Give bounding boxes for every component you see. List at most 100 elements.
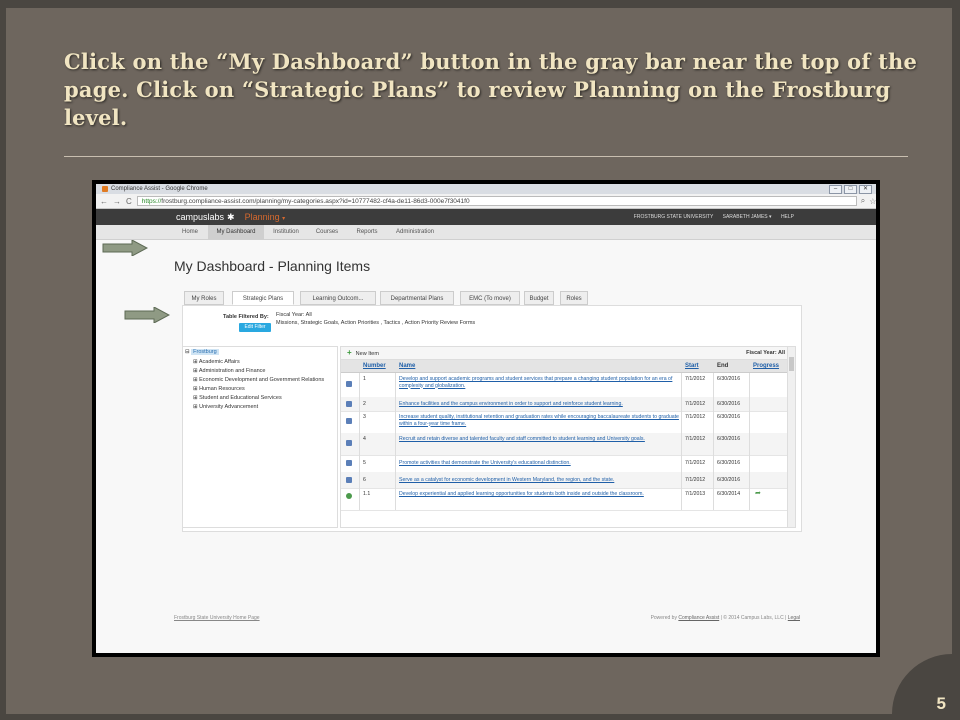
tree-node-label: University Advancement: [199, 404, 259, 410]
col-end: End: [717, 363, 729, 369]
search-icon[interactable]: ⌕: [861, 196, 865, 206]
compliance-assist-link[interactable]: Compliance Assist: [678, 615, 719, 621]
table-row[interactable]: 6 Serve as a catalyst for economic devel…: [341, 472, 787, 489]
forward-icon[interactable]: →: [113, 197, 121, 206]
slide-number: 5: [936, 694, 946, 713]
tree-node-label: Administration and Finance: [198, 368, 266, 374]
slide: Click on the “My Dashboard” button in th…: [6, 8, 952, 714]
tab-emc[interactable]: EMC (To move): [460, 291, 520, 305]
scrollbar-thumb[interactable]: [789, 357, 794, 371]
progress-flag-icon[interactable]: ➦: [755, 489, 761, 497]
tree-node[interactable]: ⊞ Administration and Finance: [193, 368, 266, 374]
grid-header: Number Name Start End Progress: [341, 360, 795, 373]
row-start: 7/1/2012: [685, 436, 706, 442]
table-row[interactable]: 1.1 Develop experiential and applied lea…: [341, 488, 787, 511]
nav-reports[interactable]: Reports: [352, 225, 382, 239]
col-number[interactable]: Number: [363, 360, 386, 372]
footer-credits: Powered by Compliance Assist | © 2014 Ca…: [651, 615, 800, 621]
product-caret-icon: ▾: [282, 216, 286, 222]
close-icon[interactable]: ✕: [859, 185, 872, 194]
app-top-nav: campuslabs ✱ Planning ▾ FROSTBURG STATE UN…: [96, 209, 876, 225]
add-icon[interactable]: +: [347, 348, 352, 357]
nav-my-dashboard[interactable]: My Dashboard: [208, 225, 264, 239]
user-menu[interactable]: SARABETH JAMES ▾: [723, 214, 772, 220]
table-row[interactable]: 4 Recruit and retain diverse and talente…: [341, 433, 787, 456]
copyright-text: | © 2014 Campus Labs, LLC |: [720, 615, 787, 621]
address-bar[interactable]: https://frostburg.compliance-assist.com/…: [136, 196, 857, 206]
table-row[interactable]: 3 Increase student quality, institutiona…: [341, 411, 787, 434]
product-menu[interactable]: Planning: [245, 212, 280, 222]
table-row[interactable]: 2 Enhance facilities and the campus envi…: [341, 397, 787, 412]
new-item-button[interactable]: New Item: [356, 351, 379, 357]
snowflake-icon: ✱: [227, 212, 235, 222]
row-name-link[interactable]: Develop and support academic programs an…: [399, 376, 679, 389]
tab-budget[interactable]: Budget: [524, 291, 554, 305]
row-start: 7/1/2012: [685, 414, 706, 420]
strategic-goal-icon: [346, 477, 352, 483]
nav-administration[interactable]: Administration: [392, 225, 438, 239]
tree-node[interactable]: ⊞ Economic Development and Government Re…: [193, 377, 324, 383]
row-number: 1: [363, 376, 366, 382]
tree-root-label: Frostburg: [191, 349, 219, 355]
edit-filter-button[interactable]: Edit Filter: [239, 323, 271, 332]
reload-icon[interactable]: C: [126, 197, 132, 206]
tab-learning-outcomes[interactable]: Learning Outcom...: [300, 291, 376, 305]
nav-institution[interactable]: Institution: [268, 225, 304, 239]
tab-departmental-plans[interactable]: Departmental Plans: [380, 291, 454, 305]
tree-node[interactable]: ⊞ Human Resources: [193, 386, 245, 392]
tree-node[interactable]: ⊞ University Advancement: [193, 404, 258, 410]
legal-link[interactable]: Legal: [788, 615, 800, 621]
title-divider: [64, 156, 908, 157]
grid-scrollbar[interactable]: [787, 347, 795, 527]
tree-node-label: Human Resources: [199, 386, 245, 392]
col-progress[interactable]: Progress: [753, 360, 779, 372]
row-name-link[interactable]: Increase student quality, institutional …: [399, 414, 679, 427]
tab-roles[interactable]: Roles: [560, 291, 588, 305]
back-icon[interactable]: ←: [100, 197, 108, 206]
row-number: 4: [363, 436, 366, 442]
strategic-goal-icon: [346, 460, 352, 466]
tab-strategic-plans[interactable]: Strategic Plans: [232, 291, 294, 305]
org-tree: ⊟ Frostburg ⊞ Academic Affairs ⊞ Adminis…: [183, 346, 338, 528]
row-name-link[interactable]: Recruit and retain diverse and talented …: [399, 436, 679, 443]
row-start: 7/1/2012: [685, 460, 706, 466]
url-scheme: https://: [141, 198, 162, 205]
row-name-link[interactable]: Enhance facilities and the campus enviro…: [399, 401, 679, 408]
row-end: 6/30/2016: [717, 477, 741, 483]
nav-courses[interactable]: Courses: [312, 225, 342, 239]
table-row[interactable]: 1 Develop and support academic programs …: [341, 373, 787, 398]
nav-home[interactable]: Home: [176, 225, 204, 239]
row-end: 6/30/2016: [717, 460, 741, 466]
screenshot-frame: Compliance Assist - Google Chrome – □ ✕ …: [92, 180, 880, 657]
help-link[interactable]: HELP: [781, 214, 794, 220]
grid-toolbar: + New Item Fiscal Year: All: [341, 347, 795, 360]
col-name[interactable]: Name: [399, 360, 415, 372]
tree-node[interactable]: ⊞ Academic Affairs: [193, 359, 240, 365]
col-start[interactable]: Start: [685, 360, 699, 372]
row-name-link[interactable]: Promote activities that demonstrate the …: [399, 460, 679, 467]
row-name-link[interactable]: Develop experiential and applied learnin…: [399, 491, 679, 498]
planning-items-grid: + New Item Fiscal Year: All Number Name S…: [340, 346, 796, 528]
browser-titlebar: Compliance Assist - Google Chrome – □ ✕: [96, 184, 876, 194]
tree-node[interactable]: ⊞ Student and Educational Services: [193, 395, 282, 401]
bookmark-star-icon[interactable]: ☆: [869, 197, 876, 206]
campuslabs-logo[interactable]: campuslabs ✱ Planning ▾: [176, 212, 285, 223]
strategic-goal-icon: [346, 401, 352, 407]
maximize-icon[interactable]: □: [844, 185, 857, 194]
home-page-link[interactable]: Frostburg State University Home Page: [174, 615, 260, 621]
table-row[interactable]: 5 Promote activities that demonstrate th…: [341, 455, 787, 473]
row-start: 7/1/2012: [685, 376, 706, 382]
logo-text: campuslabs: [176, 212, 225, 222]
slide-title: Click on the “My Dashboard” button in th…: [64, 49, 918, 130]
row-end: 6/30/2016: [717, 401, 741, 407]
filter-label: Table Filtered By:: [223, 314, 269, 320]
row-name-link[interactable]: Serve as a catalyst for economic develop…: [399, 477, 679, 484]
tab-my-roles[interactable]: My Roles: [184, 291, 224, 305]
col-divider: [749, 373, 750, 510]
powered-by-text: Powered by: [650, 615, 677, 621]
row-number: 3: [363, 414, 366, 420]
browser-toolbar: ← → C https://frostburg.compliance-assis…: [96, 194, 876, 209]
tree-node-root[interactable]: ⊟ Frostburg: [185, 349, 219, 355]
minimize-icon[interactable]: –: [829, 185, 842, 194]
row-start: 7/1/2013: [685, 491, 706, 497]
